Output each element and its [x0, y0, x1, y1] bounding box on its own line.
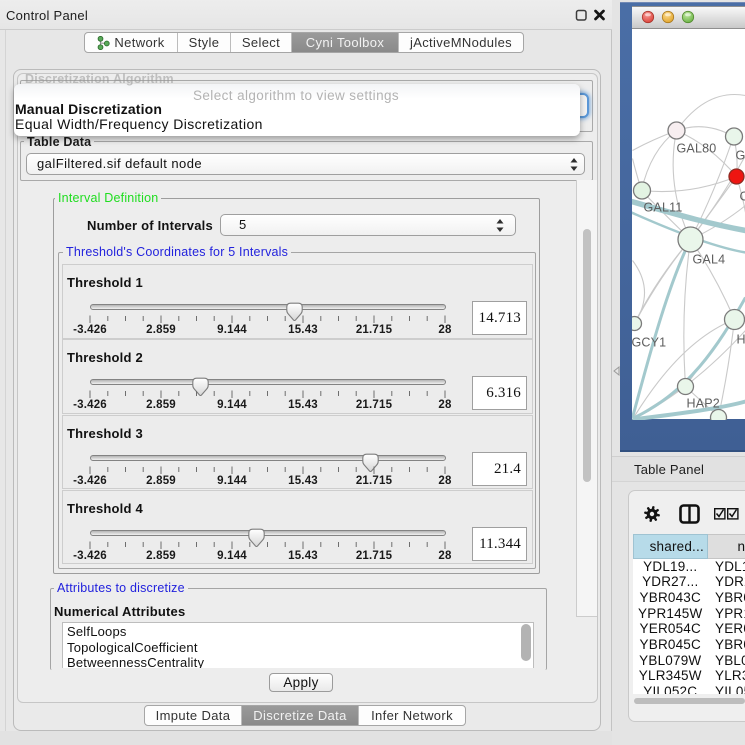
- svg-text:GCY1: GCY1: [632, 335, 666, 349]
- svg-text:GAL11: GAL11: [643, 200, 682, 214]
- svg-text:HAP2: HAP2: [686, 396, 719, 410]
- svg-text:C: C: [739, 189, 745, 203]
- svg-text:GA: GA: [735, 148, 745, 162]
- svg-text:H: H: [736, 332, 745, 346]
- svg-text:GAL4: GAL4: [692, 252, 725, 266]
- svg-text:GAL80: GAL80: [676, 141, 716, 155]
